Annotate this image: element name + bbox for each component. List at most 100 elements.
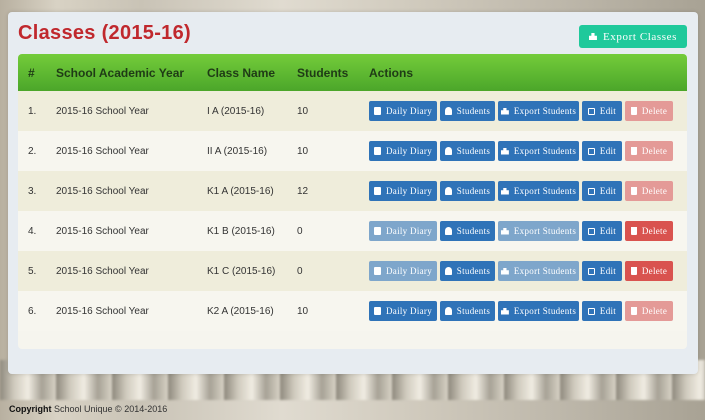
students-button[interactable]: Students [440,221,495,241]
export-students-button[interactable]: Export Students [498,261,579,281]
classes-table: # School Academic Year Class Name Studen… [18,54,687,349]
book-icon [373,147,381,155]
edit-button[interactable]: Edit [582,261,622,281]
edit-button[interactable]: Edit [582,301,622,321]
user-icon [444,307,452,315]
export-icon [500,187,509,195]
row-class-name: K1 B (2015-16) [207,225,275,237]
copyright-label: Copyright [9,404,52,414]
students-label: Students [456,226,491,236]
students-label: Students [456,186,491,196]
edit-icon [587,267,595,275]
copyright-text: School Unique © 2014-2016 [54,404,168,414]
delete-button[interactable]: Delete [625,261,673,281]
trash-icon [630,187,637,195]
table-body: 1. 2015-16 School Year I A (2015-16) 10 … [18,91,687,331]
row-students-count: 10 [297,145,309,157]
edit-button[interactable]: Edit [582,101,622,121]
export-icon [500,227,509,235]
students-button[interactable]: Students [440,101,495,121]
edit-button[interactable]: Edit [582,181,622,201]
trash-icon [630,227,637,235]
table-row: 4. 2015-16 School Year K1 B (2015-16) 0 … [18,211,687,251]
table-row: 3. 2015-16 School Year K1 A (2015-16) 12… [18,171,687,211]
students-button[interactable]: Students [440,181,495,201]
classes-panel: Classes (2015-16) Export Classes # Schoo… [8,12,698,374]
edit-icon [587,307,595,315]
daily-diary-button[interactable]: Daily Diary [369,301,437,321]
delete-label: Delete [641,106,668,116]
row-academic-year: 2015-16 School Year [56,105,149,117]
daily-diary-button[interactable]: Daily Diary [369,181,437,201]
user-icon [444,267,452,275]
export-students-label: Export Students [513,106,577,116]
row-class-name: II A (2015-16) [207,145,268,157]
export-students-button[interactable]: Export Students [498,221,579,241]
row-actions: Daily Diary Students Export Students Edi… [359,261,687,281]
row-students-count: 0 [297,265,303,277]
export-students-button[interactable]: Export Students [498,181,579,201]
students-button[interactable]: Students [440,301,495,321]
row-actions: Daily Diary Students Export Students Edi… [359,181,687,201]
edit-label: Edit [599,106,617,116]
daily-diary-button[interactable]: Daily Diary [369,261,437,281]
students-button[interactable]: Students [440,141,495,161]
row-actions: Daily Diary Students Export Students Edi… [359,101,687,121]
delete-label: Delete [641,186,668,196]
daily-diary-button[interactable]: Daily Diary [369,141,437,161]
daily-diary-button[interactable]: Daily Diary [369,221,437,241]
trash-icon [630,147,637,155]
table-header: # School Academic Year Class Name Studen… [18,54,687,91]
trash-icon [630,267,637,275]
export-students-button[interactable]: Export Students [498,101,579,121]
user-icon [444,147,452,155]
row-actions: Daily Diary Students Export Students Edi… [359,221,687,241]
delete-button[interactable]: Delete [625,141,673,161]
export-icon [588,33,597,40]
export-students-label: Export Students [513,266,577,276]
daily-diary-label: Daily Diary [385,306,433,316]
row-number: 5. [28,265,37,277]
export-icon [500,147,509,155]
row-class-name: K1 C (2015-16) [207,265,276,277]
daily-diary-label: Daily Diary [385,266,433,276]
export-classes-button[interactable]: Export Classes [579,25,687,48]
export-students-button[interactable]: Export Students [498,141,579,161]
export-students-label: Export Students [513,146,577,156]
table-row: 6. 2015-16 School Year K2 A (2015-16) 10… [18,291,687,331]
daily-diary-button[interactable]: Daily Diary [369,101,437,121]
book-icon [373,267,381,275]
delete-label: Delete [641,306,668,316]
delete-button[interactable]: Delete [625,181,673,201]
row-students-count: 10 [297,305,309,317]
delete-button[interactable]: Delete [625,301,673,321]
row-academic-year: 2015-16 School Year [56,185,149,197]
row-academic-year: 2015-16 School Year [56,225,149,237]
row-number: 4. [28,225,37,237]
daily-diary-label: Daily Diary [385,186,433,196]
table-row: 1. 2015-16 School Year I A (2015-16) 10 … [18,91,687,131]
delete-button[interactable]: Delete [625,101,673,121]
row-class-name: I A (2015-16) [207,105,265,117]
delete-label: Delete [641,226,668,236]
column-header-actions: Actions [369,65,414,80]
row-number: 3. [28,185,37,197]
edit-button[interactable]: Edit [582,221,622,241]
row-students-count: 10 [297,105,309,117]
export-students-button[interactable]: Export Students [498,301,579,321]
students-button[interactable]: Students [440,261,495,281]
edit-button[interactable]: Edit [582,141,622,161]
delete-label: Delete [641,266,668,276]
daily-diary-label: Daily Diary [385,106,433,116]
column-header-number: # [28,65,35,80]
user-icon [444,187,452,195]
daily-diary-label: Daily Diary [385,146,433,156]
export-students-label: Export Students [513,186,577,196]
trash-icon [630,107,637,115]
export-students-label: Export Students [513,226,577,236]
edit-label: Edit [599,146,617,156]
footer: Copyright School Unique © 2014-2016 [9,404,167,414]
book-icon [373,187,381,195]
edit-label: Edit [599,186,617,196]
delete-button[interactable]: Delete [625,221,673,241]
